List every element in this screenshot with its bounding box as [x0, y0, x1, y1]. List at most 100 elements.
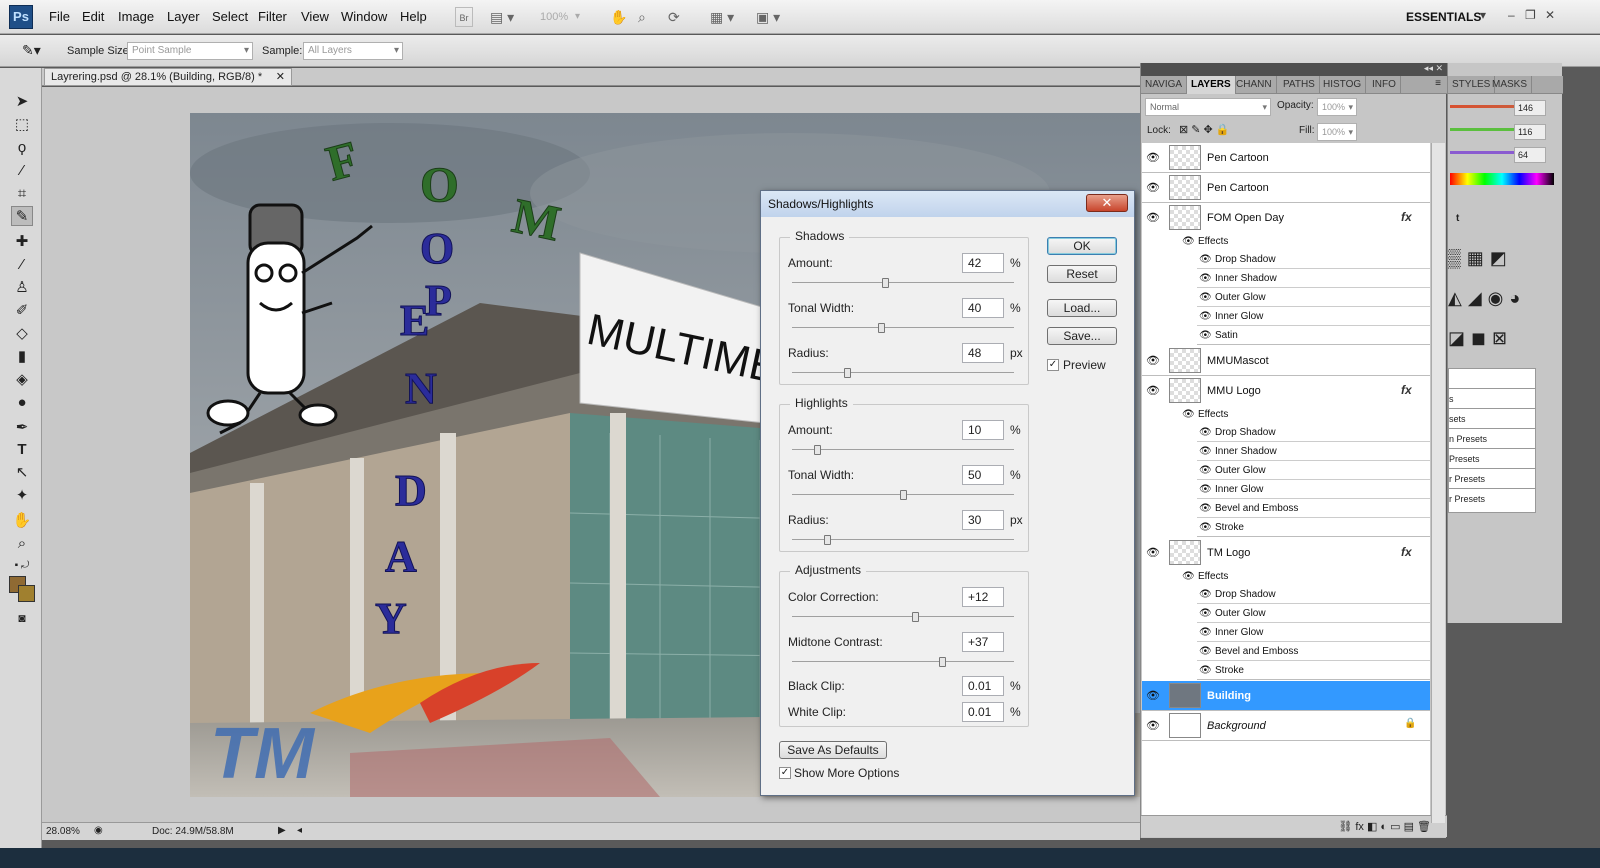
green-value[interactable]: 116 [1514, 124, 1546, 140]
zoom-tool-icon[interactable]: ⌕ [11, 534, 33, 554]
scroll-left-icon[interactable]: ◂ [297, 825, 302, 836]
effect-row[interactable]: 👁 Outer Glow [1197, 289, 1430, 307]
highlights-radius-slider[interactable] [792, 535, 1014, 545]
eye-icon[interactable]: 👁 [1146, 151, 1160, 164]
effect-row[interactable]: 👁 Inner Glow [1197, 481, 1430, 499]
eyedropper-icon[interactable]: ✎▾ [22, 42, 41, 59]
show-more-options-checkbox[interactable]: ✓ [779, 767, 791, 779]
eye-icon[interactable]: 👁 [1146, 354, 1160, 367]
preview-checkbox[interactable]: ✓ [1047, 359, 1059, 371]
preset-item[interactable]: s [1449, 389, 1535, 409]
effect-row[interactable]: 👁 Stroke [1197, 662, 1430, 680]
crop-tool-icon[interactable]: ⌗ [11, 184, 33, 204]
midtone-contrast-input[interactable]: +37 [962, 632, 1004, 652]
effects-header[interactable]: 👁 Effects [1142, 568, 1430, 586]
effect-row[interactable]: 👁 Bevel and Emboss [1197, 643, 1430, 661]
preset-item[interactable]: r Presets [1449, 489, 1535, 509]
screen-mode-icon[interactable]: ▤ ▾ [490, 7, 514, 27]
slider-thumb[interactable] [882, 278, 890, 288]
layer-row-fom-open-day[interactable]: 👁 FOM Open Day fx [1142, 203, 1430, 233]
workspace-dropdown-icon[interactable]: ▾ [1480, 8, 1486, 22]
gradient-tool-icon[interactable]: ▮ [11, 347, 33, 367]
layer-row-mmu-logo[interactable]: 👁 MMU Logo fx [1142, 376, 1430, 406]
tab-paths[interactable]: PATHS [1279, 76, 1320, 94]
menu-view[interactable]: View [301, 9, 329, 24]
blue-value[interactable]: 64 [1514, 147, 1546, 163]
dodge-tool-icon[interactable]: ● [11, 393, 33, 413]
opacity-input[interactable]: 100% [1317, 98, 1357, 116]
eye-icon[interactable]: 👁 [1199, 589, 1212, 600]
eye-icon[interactable]: 👁 [1199, 646, 1212, 657]
photoshop-logo[interactable]: Ps [9, 5, 33, 29]
lasso-tool-icon[interactable]: ϙ [11, 138, 33, 158]
menu-select[interactable]: Select [212, 9, 248, 24]
zoom-readout[interactable]: 28.08% [46, 826, 80, 837]
background-color-swatch[interactable] [18, 585, 35, 602]
restore-icon[interactable]: ❐ [1525, 8, 1536, 22]
eye-icon[interactable]: 👁 [1199, 665, 1212, 676]
layer-row-background[interactable]: 👁 Background 🔒 [1142, 711, 1430, 741]
black-clip-input[interactable]: 0.01 [962, 676, 1004, 696]
preset-item[interactable] [1449, 369, 1535, 389]
slider-thumb[interactable] [899, 490, 907, 500]
hand-tool-icon[interactable]: ✋ [11, 511, 33, 531]
slider-thumb[interactable] [813, 445, 821, 455]
eye-icon[interactable]: 👁 [1199, 608, 1212, 619]
adjustment-icons-row3[interactable]: ◪◼⊠ [1448, 328, 1513, 349]
menu-filter[interactable]: Filter [258, 9, 287, 24]
ok-button[interactable]: OK [1047, 237, 1117, 255]
shadows-radius-input[interactable]: 48 [962, 343, 1004, 363]
eye-icon[interactable]: 👁 [1199, 330, 1212, 341]
close-tab-icon[interactable]: ✕ [276, 69, 285, 85]
tab-navigator[interactable]: NAVIGA [1141, 76, 1188, 94]
color-correction-input[interactable]: +12 [962, 587, 1004, 607]
eye-icon[interactable]: 👁 [1199, 484, 1212, 495]
effect-row[interactable]: 👁 Drop Shadow [1197, 424, 1430, 442]
layers-footer-icons[interactable]: ⛓ fx ◧ ◐ ▭ ▤ 🗑 [1141, 815, 1447, 837]
minimize-icon[interactable]: – [1508, 8, 1515, 22]
effect-row[interactable]: 👁 Stroke [1197, 519, 1430, 537]
eye-icon[interactable]: 👁 [1199, 273, 1212, 284]
document-tab[interactable]: Layrering.psd @ 28.1% (Building, RGB/8) … [44, 68, 292, 86]
eye-icon[interactable]: 👁 [1146, 211, 1160, 224]
load-button[interactable]: Load... [1047, 299, 1117, 317]
type-tool-icon[interactable]: T [11, 440, 33, 460]
menu-edit[interactable]: Edit [82, 9, 104, 24]
status-arrow-icon[interactable]: ▶ [278, 825, 286, 836]
lock-icons[interactable]: ⊠ ✎ ✥ 🔒 [1179, 123, 1230, 136]
eye-icon[interactable]: 👁 [1199, 254, 1212, 265]
slider-thumb[interactable] [843, 368, 851, 378]
eye-icon[interactable]: 👁 [1182, 571, 1195, 582]
swap-colors-icon[interactable]: ▪ ⤾ [11, 556, 33, 576]
screen-mode-toggle-icon[interactable]: ▣ ▾ [756, 7, 780, 27]
preset-item[interactable]: n Presets [1449, 429, 1535, 449]
healing-tool-icon[interactable]: ✚ [11, 232, 33, 252]
tab-layers[interactable]: LAYERS [1187, 76, 1236, 94]
slider-thumb[interactable] [912, 612, 920, 622]
highlights-amount-slider[interactable] [792, 445, 1014, 455]
eye-icon[interactable]: 👁 [1199, 627, 1212, 638]
shadows-amount-input[interactable]: 42 [962, 253, 1004, 273]
panel-menu-icon[interactable]: ≡ [1435, 78, 1441, 89]
eye-icon[interactable]: 👁 [1199, 427, 1212, 438]
red-value[interactable]: 146 [1514, 100, 1546, 116]
menu-file[interactable]: File [49, 9, 70, 24]
shape-tool-icon[interactable]: ✦ [11, 486, 33, 506]
effect-row[interactable]: 👁 Outer Glow [1197, 605, 1430, 623]
zoom-dropdown-icon[interactable]: ▾ [575, 7, 580, 27]
effect-row[interactable]: 👁 Drop Shadow [1197, 251, 1430, 269]
close-icon[interactable]: ✕ [1545, 8, 1555, 22]
eye-icon[interactable]: 👁 [1199, 465, 1212, 476]
shadows-radius-slider[interactable] [792, 368, 1014, 378]
tab-masks[interactable]: MASKS [1488, 76, 1533, 94]
reset-button[interactable]: Reset [1047, 265, 1117, 283]
history-brush-icon[interactable]: ✐ [11, 301, 33, 321]
blend-mode-select[interactable]: Normal [1145, 98, 1271, 116]
menu-help[interactable]: Help [400, 9, 427, 24]
eye-icon[interactable]: 👁 [1199, 292, 1212, 303]
effect-row[interactable]: 👁 Inner Glow [1197, 624, 1430, 642]
brush-tool-icon[interactable]: ⁄ [11, 255, 33, 275]
highlights-radius-input[interactable]: 30 [962, 510, 1004, 530]
stamp-tool-icon[interactable]: ♙ [11, 278, 33, 298]
effect-row[interactable]: 👁 Bevel and Emboss [1197, 500, 1430, 518]
